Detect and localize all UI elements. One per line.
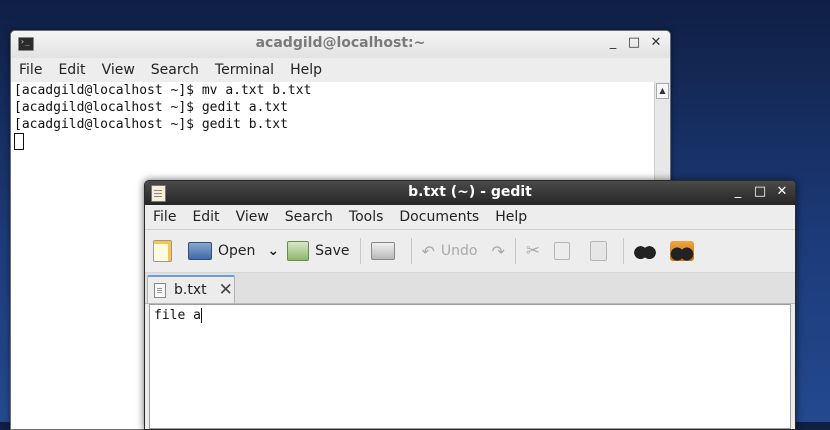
tab-b-txt[interactable]: b.txt ✕ (147, 275, 235, 303)
gedit-toolbar: Open ⌄ Save ↶ Undo ↷ ✂ (145, 230, 795, 273)
terminal-cursor (14, 133, 24, 150)
print-button[interactable] (370, 236, 401, 266)
terminal-line: [acadgild@localhost ~]$ mv a.txt b.txt (14, 83, 312, 98)
minimize-button[interactable]: _ (731, 184, 745, 199)
undo-button[interactable]: ↶ Undo ↷ (422, 236, 505, 266)
menu-file[interactable]: File (145, 209, 184, 225)
gedit-titlebar[interactable]: b.txt (~) - gedit _ □ ✕ (145, 181, 795, 205)
maximize-button[interactable]: □ (753, 184, 767, 199)
toolbar-separator (514, 238, 516, 264)
cut-button[interactable]: ✂ (526, 236, 540, 266)
binoculars-icon (634, 243, 657, 259)
gedit-menubar: File Edit View Search Tools Documents He… (145, 205, 795, 230)
scissors-icon: ✂ (525, 241, 541, 261)
menu-edit[interactable]: Edit (50, 62, 93, 78)
menu-view[interactable]: View (94, 62, 143, 78)
toolbar-separator (623, 238, 625, 264)
save-label: Save (315, 243, 350, 259)
menu-terminal[interactable]: Terminal (207, 62, 282, 78)
paste-icon (590, 241, 608, 261)
folder-open-icon (188, 242, 212, 260)
menu-help[interactable]: Help (282, 62, 330, 78)
maximize-button[interactable]: □ (627, 35, 641, 50)
gedit-window: b.txt (~) - gedit _ □ ✕ File Edit View S… (144, 180, 796, 430)
menu-file[interactable]: File (11, 62, 50, 78)
copy-button[interactable] (554, 236, 576, 266)
open-label: Open (218, 243, 256, 259)
find-button[interactable] (634, 236, 662, 266)
find-replace-button[interactable] (670, 236, 700, 266)
terminal-menubar: File Edit View Search Terminal Help (11, 58, 670, 83)
tab-label: b.txt (174, 282, 207, 298)
new-document-button[interactable] (153, 236, 180, 266)
close-button[interactable]: ✕ (649, 35, 663, 50)
menu-help[interactable]: Help (487, 209, 535, 225)
close-button[interactable]: ✕ (775, 184, 789, 199)
open-button[interactable]: Open ⌄ (188, 236, 279, 266)
menu-search[interactable]: Search (143, 62, 207, 78)
undo-label: Undo (440, 243, 478, 259)
paste-button[interactable] (590, 236, 613, 266)
new-document-icon (153, 240, 172, 262)
gedit-title: b.txt (~) - gedit (408, 184, 532, 200)
minimize-button[interactable]: _ (606, 35, 620, 50)
undo-icon: ↶ (421, 241, 435, 261)
toolbar-separator (410, 238, 412, 264)
find-replace-icon (670, 241, 695, 261)
terminal-line: [acadgild@localhost ~]$ gedit a.txt (14, 100, 288, 115)
text-caret (200, 308, 202, 323)
copy-icon (554, 242, 571, 260)
terminal-titlebar[interactable]: acadgild@localhost:~ _ □ ✕ (11, 31, 670, 58)
save-icon (287, 241, 310, 261)
printer-icon (370, 242, 395, 260)
menu-search[interactable]: Search (277, 209, 341, 225)
text-editor[interactable]: file a (149, 304, 791, 429)
toolbar-separator (359, 238, 361, 264)
redo-icon[interactable]: ↷ (492, 242, 505, 261)
menu-view[interactable]: View (228, 209, 277, 225)
menu-tools[interactable]: Tools (341, 209, 392, 225)
close-tab-icon[interactable]: ✕ (219, 280, 233, 300)
document-icon (154, 282, 166, 298)
terminal-line: [acadgild@localhost ~]$ gedit b.txt (14, 117, 288, 132)
menu-documents[interactable]: Documents (391, 209, 487, 225)
menu-edit[interactable]: Edit (184, 209, 227, 225)
terminal-title: acadgild@localhost:~ (255, 35, 426, 51)
chevron-down-icon[interactable]: ⌄ (267, 243, 279, 259)
document-tabs: b.txt ✕ (145, 273, 795, 304)
scroll-up-icon[interactable]: ▲ (656, 83, 669, 99)
save-button[interactable]: Save (287, 236, 350, 266)
editor-content: file a (154, 308, 201, 323)
